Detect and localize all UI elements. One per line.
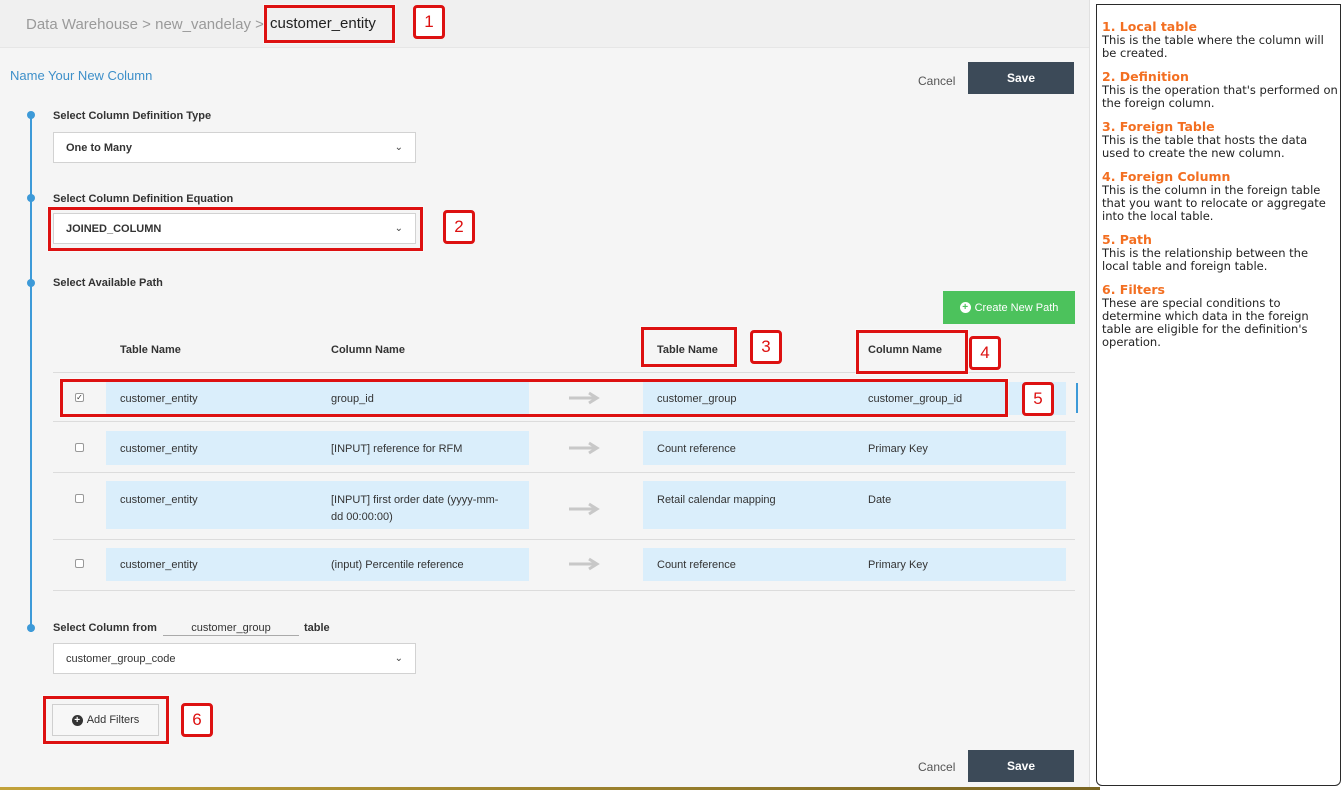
help-body: This is the relationship between the loc… (1102, 246, 1309, 273)
annotation-number: 2 (443, 210, 475, 244)
definition-type-value: One to Many (66, 141, 133, 154)
foreign-column-select[interactable]: customer_group_code ⌄ (53, 643, 416, 674)
header-local-table: Table Name (120, 344, 181, 356)
help-body: This is the table where the column will … (1102, 33, 1324, 60)
save-button-bottom[interactable]: Save (968, 750, 1074, 782)
step-dot-3 (27, 279, 35, 287)
row-foreign-column: Date (868, 494, 892, 506)
row-local-table: customer_entity (120, 559, 198, 571)
highlight-path (60, 379, 1008, 417)
step-dot-1 (27, 111, 35, 119)
highlight-definition (48, 207, 423, 251)
select-column-table-name: customer_group (163, 622, 299, 636)
row-foreign-column: Primary Key (868, 443, 928, 455)
help-item-foreign-table: 3. Foreign Table This is the table that … (1102, 119, 1340, 160)
help-item-definition: 2. Definition This is the operation that… (1102, 69, 1340, 110)
row-local-column: (input) Percentile reference (331, 559, 464, 571)
help-body: This is the table that hosts the data us… (1102, 133, 1308, 160)
select-column-label-suffix: table (304, 622, 330, 634)
cancel-button-top[interactable]: Cancel (918, 74, 955, 88)
row-divider (53, 539, 1075, 540)
help-title: 6. Filters (1102, 282, 1165, 297)
steps-timeline (30, 114, 32, 632)
help-item-filters: 6. Filters These are special conditions … (1102, 282, 1340, 349)
column-name-title[interactable]: Name Your New Column (10, 68, 152, 83)
row-checkbox[interactable] (75, 559, 84, 568)
help-panel: 1. Local table This is the table where t… (1096, 4, 1341, 786)
annotation-number: 1 (413, 5, 445, 39)
row-local-column-line2: dd 00:00:00) (331, 511, 393, 523)
save-button-top[interactable]: Save (968, 62, 1074, 94)
definition-equation-label: Select Column Definition Equation (53, 193, 234, 205)
chevron-down-icon: ⌄ (394, 142, 403, 153)
row-divider (53, 421, 1075, 422)
breadcrumb-path[interactable]: Data Warehouse > new_vandelay > (26, 16, 264, 33)
help-body: This is the operation that's performed o… (1102, 83, 1338, 110)
annotation-number: 4 (969, 336, 1001, 370)
arrow-right-icon (569, 502, 600, 516)
annotation-number: 3 (750, 330, 782, 364)
help-title: 2. Definition (1102, 69, 1189, 84)
help-title: 1. Local table (1102, 19, 1197, 34)
annotation-number: 5 (1022, 382, 1054, 416)
row-divider (53, 590, 1075, 591)
definition-type-label: Select Column Definition Type (53, 110, 212, 122)
create-new-path-button[interactable]: + Create New Path (943, 291, 1075, 324)
help-item-foreign-column: 4. Foreign Column This is the column in … (1102, 169, 1340, 223)
help-body: These are special conditions to determin… (1102, 296, 1309, 349)
row-foreign-column: Primary Key (868, 559, 928, 571)
breadcrumb-bar: Data Warehouse > new_vandelay > customer… (0, 0, 1089, 48)
definition-type-select[interactable]: One to Many ⌄ (53, 132, 416, 163)
annotation-number: 6 (181, 703, 213, 737)
row-local-table: customer_entity (120, 443, 198, 455)
create-new-path-label: Create New Path (974, 301, 1059, 314)
row-foreign-table: Retail calendar mapping (657, 494, 776, 506)
highlight-foreign-column (856, 330, 968, 374)
foreign-column-value: customer_group_code (66, 652, 176, 665)
row-checkbox[interactable] (75, 443, 84, 452)
help-title: 3. Foreign Table (1102, 119, 1215, 134)
column-builder-panel: Data Warehouse > new_vandelay > customer… (0, 0, 1090, 790)
highlight-local-table (264, 5, 395, 43)
row-checkbox[interactable] (75, 494, 84, 503)
help-title: 4. Foreign Column (1102, 169, 1231, 184)
help-item-local-table: 1. Local table This is the table where t… (1102, 19, 1340, 60)
help-body: This is the column in the foreign table … (1102, 183, 1326, 223)
highlight-filters (43, 696, 169, 744)
arrow-right-icon (569, 441, 600, 455)
row-local-column-line1: [INPUT] first order date (yyyy-mm- (331, 494, 499, 506)
row-local-table: customer_entity (120, 494, 198, 506)
cancel-button-bottom[interactable]: Cancel (918, 760, 955, 774)
row-foreign-table: Count reference (657, 443, 736, 455)
scroll-indicator[interactable] (1076, 383, 1078, 413)
step-dot-2 (27, 194, 35, 202)
chevron-down-icon: ⌄ (394, 653, 403, 664)
help-item-path: 5. Path This is the relationship between… (1102, 232, 1340, 273)
row-local-column: [INPUT] reference for RFM (331, 443, 463, 455)
row-foreign-table: Count reference (657, 559, 736, 571)
available-path-label: Select Available Path (53, 277, 163, 289)
help-title: 5. Path (1102, 232, 1152, 247)
select-column-label-prefix: Select Column from (53, 622, 157, 634)
row-divider (53, 472, 1075, 473)
highlight-foreign-table (641, 327, 737, 367)
plus-circle-icon: + (959, 302, 971, 313)
arrow-right-icon (569, 557, 600, 571)
step-dot-4 (27, 624, 35, 632)
header-local-column: Column Name (331, 344, 405, 356)
